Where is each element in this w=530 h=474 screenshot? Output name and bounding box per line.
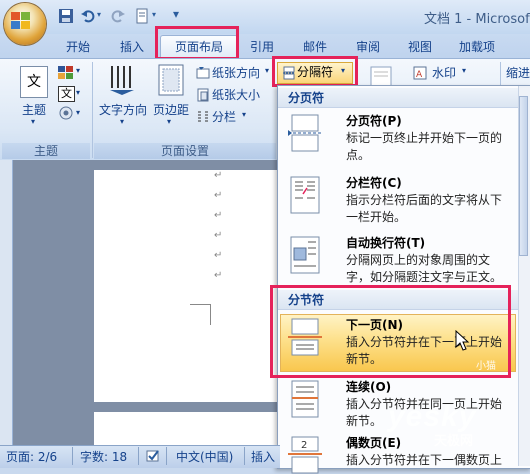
- group-separator: [92, 62, 93, 158]
- columns-dropdown-icon[interactable]: ▾: [242, 110, 246, 119]
- highlight-box-tab: [155, 26, 239, 60]
- menu-item-page-break-desc: 标记一页终止并开始下一页的点。: [346, 131, 503, 162]
- menu-item-column-break-title[interactable]: 分栏符(C): [346, 174, 402, 191]
- themes-dropdown-icon: ▾: [31, 117, 36, 126]
- theme-colors-dropdown-icon[interactable]: ▾: [76, 66, 80, 75]
- group-label-theme: 主题: [2, 143, 90, 159]
- menu-item-even-page-title[interactable]: 偶数页(E): [346, 434, 401, 451]
- theme-fonts-dropdown-icon[interactable]: ▾: [76, 88, 80, 97]
- orientation-icon: [196, 67, 210, 79]
- theme-fonts-icon[interactable]: 文: [58, 86, 75, 102]
- tab-references[interactable]: 引用: [242, 37, 282, 57]
- author-watermark: 小猫: [476, 361, 496, 372]
- indent-label: 缩进: [506, 66, 530, 80]
- watermark-dropdown-icon[interactable]: ▾: [462, 66, 466, 75]
- undo-icon[interactable]: [80, 8, 96, 24]
- site-watermark: yesky: [388, 400, 477, 433]
- status-insert-mode[interactable]: 插入: [251, 448, 275, 465]
- text-direction-dropdown-icon: ▾: [120, 117, 125, 126]
- paragraph-mark: ↵: [214, 210, 223, 221]
- status-language[interactable]: 中文(中国): [176, 448, 233, 465]
- document-icon[interactable]: [134, 8, 150, 24]
- menu-header-page-breaks: 分页符: [278, 88, 519, 108]
- tab-insert[interactable]: 插入: [112, 37, 152, 57]
- status-words[interactable]: 字数: 18: [80, 448, 127, 465]
- margins-icon: [158, 64, 184, 96]
- mouse-cursor-icon: [455, 330, 470, 351]
- status-divider: [244, 447, 245, 465]
- tab-view[interactable]: 视图: [400, 37, 440, 57]
- undo-dropdown-icon[interactable]: ▾: [97, 10, 101, 19]
- orientation-button[interactable]: 纸张方向: [212, 64, 260, 82]
- document-page[interactable]: [94, 170, 284, 402]
- tab-home[interactable]: 开始: [58, 37, 98, 57]
- themes-icon: 文: [20, 66, 48, 98]
- margin-corner-mark: [190, 304, 211, 325]
- highlight-box-breaks: [272, 56, 358, 87]
- menu-item-page-break-title[interactable]: 分页符(P): [346, 112, 402, 129]
- svg-text:A: A: [416, 70, 423, 80]
- group-label-page-setup: 页面设置: [94, 143, 276, 159]
- customize-qat-icon[interactable]: ▾: [173, 7, 179, 21]
- site-watermark-sub: 天极网: [434, 434, 474, 449]
- text-wrapping-break-icon: [290, 236, 320, 274]
- tab-addins[interactable]: 加载项: [452, 37, 502, 57]
- tab-mailings[interactable]: 邮件: [295, 37, 335, 57]
- save-icon[interactable]: [58, 8, 74, 24]
- window-title: 文档 1 - Microsof: [424, 12, 530, 27]
- paragraph-mark: ↵: [214, 250, 223, 261]
- redo-icon[interactable]: [110, 8, 126, 24]
- highlight-box-section: [270, 285, 511, 378]
- status-divider: [72, 447, 73, 465]
- tab-review[interactable]: 审阅: [348, 37, 388, 57]
- paragraph-mark: ↵: [214, 170, 223, 181]
- continuous-section-icon: [291, 380, 319, 418]
- menu-item-text-wrapping-title[interactable]: 自动换行符(T): [346, 234, 425, 251]
- menu-item-text-wrapping-desc: 分隔网页上的对象周围的文字，如分隔题注文字与正文。: [346, 253, 503, 284]
- margins-dropdown-icon: ▾: [167, 117, 172, 126]
- paragraph-mark: ↵: [214, 270, 223, 281]
- menu-scroll-thumb[interactable]: [519, 96, 528, 256]
- columns-icon: [198, 111, 208, 122]
- column-break-icon: [290, 176, 320, 214]
- theme-effects-dropdown-icon[interactable]: ▾: [76, 108, 80, 117]
- even-page-section-icon: 2: [288, 436, 322, 474]
- text-direction-icon: [110, 66, 134, 95]
- page-break-icon: [288, 114, 322, 152]
- columns-button[interactable]: 分栏: [212, 108, 236, 126]
- paragraph-mark: ↵: [214, 190, 223, 201]
- watermark-button[interactable]: 水印: [432, 64, 456, 82]
- watermark-icon: A: [413, 66, 427, 80]
- size-button[interactable]: 纸张大小: [212, 86, 260, 104]
- menu-item-continuous-title[interactable]: 连续(O): [346, 378, 391, 395]
- themes-button[interactable]: 主题: [14, 101, 54, 118]
- paragraph-mark: ↵: [214, 230, 223, 241]
- vertical-ruler: [0, 160, 13, 445]
- document-dropdown-icon[interactable]: ▾: [152, 10, 156, 19]
- margins-button[interactable]: 页边距: [151, 101, 191, 118]
- theme-effects-icon[interactable]: [58, 106, 74, 120]
- status-divider: [166, 447, 167, 465]
- menu-item-column-break-desc: 指示分栏符后面的文字将从下一栏开始。: [346, 193, 503, 224]
- text-direction-button[interactable]: 文字方向: [97, 101, 149, 118]
- office-logo-icon: [11, 12, 30, 29]
- orientation-dropdown-icon[interactable]: ▾: [265, 66, 269, 75]
- menu-item-even-page-desc: 插入分节符并在下一偶数页上: [346, 453, 503, 467]
- status-divider: [138, 447, 139, 465]
- size-icon: [197, 88, 209, 102]
- proofing-check-icon[interactable]: [146, 449, 160, 463]
- svg-text:2: 2: [301, 440, 307, 451]
- theme-colors-icon[interactable]: [58, 66, 74, 80]
- status-page[interactable]: 页面: 2/6: [6, 448, 57, 465]
